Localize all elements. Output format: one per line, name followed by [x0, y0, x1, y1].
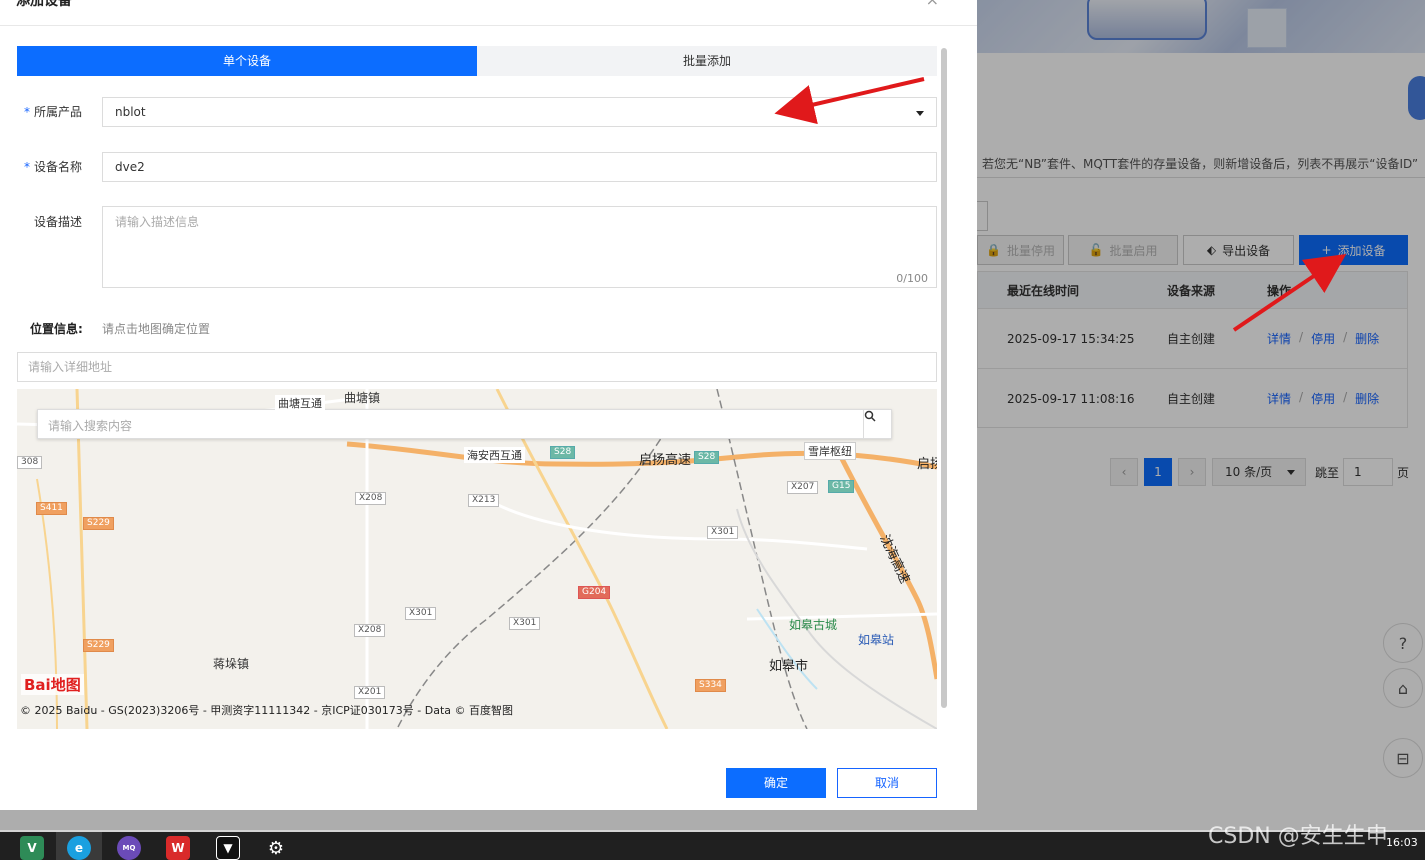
search-icon[interactable]: [863, 410, 891, 438]
clock: 16:03: [1386, 836, 1418, 849]
confirm-button[interactable]: 确定: [726, 768, 826, 798]
position-label: 位置信息:: [30, 322, 83, 336]
device-name-label: * 设备名称: [24, 160, 83, 174]
address-input[interactable]: 请输入详细地址: [17, 352, 937, 382]
add-device-dialog: 添加设备 × 单个设备 批量添加 *所属产品 nblot *设备名称 dve2 …: [0, 0, 977, 810]
dialog-title: 添加设备: [16, 0, 72, 9]
device-desc-textarea[interactable]: 请输入描述信息 0/100: [102, 206, 937, 288]
road-tag: X207: [787, 481, 819, 494]
road-tag: S28: [550, 446, 576, 459]
map-search-input[interactable]: 请输入搜索内容: [48, 417, 132, 434]
dialog-header: 添加设备 ×: [0, 0, 977, 26]
map-label: 曲塘互通: [275, 395, 325, 411]
tab-single-device[interactable]: 单个设备: [17, 46, 477, 76]
road-tag: S28: [694, 451, 720, 464]
required-mark: *: [24, 160, 30, 174]
road-tag: X208: [354, 624, 386, 637]
gear-icon[interactable]: ⚙: [264, 836, 288, 860]
char-counter: 0/100: [896, 272, 928, 285]
road-tag: X301: [707, 526, 739, 539]
baidu-map-logo: Bai地图: [21, 674, 84, 695]
desc-placeholder: 请输入描述信息: [115, 215, 200, 229]
road-tag: X208: [355, 492, 387, 505]
map-label: 如皋站: [858, 633, 895, 647]
road-tag: S229: [83, 517, 114, 530]
product-label: * 所属产品: [24, 105, 83, 119]
map-search-box: 请输入搜索内容: [37, 409, 892, 439]
mqtt-client-icon[interactable]: MQ: [117, 836, 141, 860]
close-icon[interactable]: ×: [926, 0, 939, 9]
cancel-button[interactable]: 取消: [837, 768, 937, 798]
required-mark: *: [24, 105, 30, 119]
map-label: 蒋垛镇: [213, 657, 250, 671]
map-roads: [17, 389, 937, 729]
map-label: 启扬高速: [639, 453, 692, 468]
road-tag: X301: [405, 607, 437, 620]
map-view[interactable]: 请输入搜索内容 曲塘互通 曲塘镇 海安西互通 启扬高速 雪岸枢纽 沈海高速 如皋…: [17, 389, 937, 729]
road-tag: G204: [578, 586, 611, 599]
map-label: 如皋古城: [789, 618, 838, 632]
wps-icon[interactable]: W: [166, 836, 190, 860]
map-label: 启扬: [917, 457, 937, 472]
dialog-scrollbar[interactable]: [941, 48, 947, 708]
map-label: 雪岸枢纽: [804, 442, 856, 460]
map-label: 曲塘镇: [344, 391, 381, 405]
product-select[interactable]: nblot: [102, 97, 937, 127]
road-tag: 308: [17, 456, 43, 469]
edge-browser-icon[interactable]: e: [67, 836, 91, 860]
road-tag: X201: [354, 686, 386, 699]
road-tag: S229: [83, 639, 114, 652]
add-mode-tabs: 单个设备 批量添加: [17, 46, 937, 76]
position-hint: 请点击地图确定位置: [102, 322, 211, 336]
device-desc-label: 设备描述: [34, 215, 83, 229]
map-label: 如皋市: [769, 659, 809, 674]
app-v-icon[interactable]: V: [20, 836, 44, 860]
caret-down-icon: [916, 111, 924, 120]
road-tag: S334: [695, 679, 726, 692]
app-icon[interactable]: ▼: [216, 836, 240, 860]
map-copyright: © 2025 Baidu - GS(2023)3206号 - 甲测资字11111…: [20, 704, 514, 717]
tab-batch-add[interactable]: 批量添加: [477, 46, 937, 76]
product-select-value: nblot: [115, 105, 146, 119]
road-tag: X301: [509, 617, 541, 630]
map-label: 海安西互通: [464, 447, 525, 463]
device-name-input[interactable]: dve2: [102, 152, 937, 182]
watermark-text: CSDN @安生生申: [1208, 824, 1388, 849]
road-tag: G15: [828, 480, 855, 493]
road-tag: S411: [36, 502, 67, 515]
road-tag: X213: [468, 494, 500, 507]
